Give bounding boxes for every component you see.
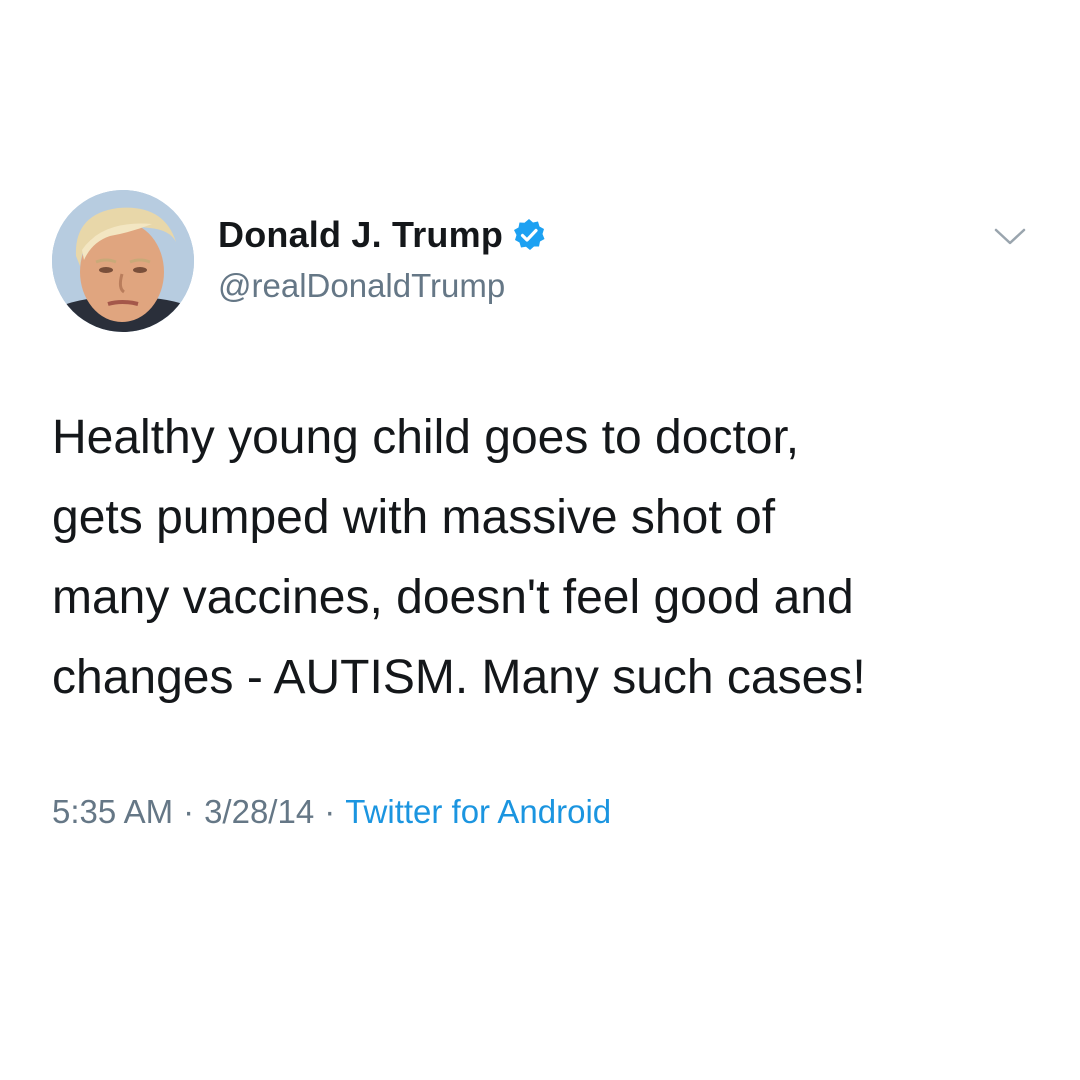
user-handle[interactable]: @realDonaldTrump: [218, 267, 547, 305]
author-name-row: Donald J. Trump: [218, 211, 547, 259]
tweet-source-link[interactable]: Twitter for Android: [345, 793, 611, 830]
meta-separator: ·: [183, 793, 195, 830]
tweet-metadata: 5:35 AM · 3/28/14 · Twitter for Android: [52, 793, 611, 831]
verified-badge-icon: [514, 219, 545, 250]
tweet-time[interactable]: 5:35 AM: [52, 793, 173, 830]
tweet-date[interactable]: 3/28/14: [204, 793, 314, 830]
profile-avatar[interactable]: [52, 190, 194, 332]
tweet-text: Healthy young child goes to doctor, gets…: [52, 411, 866, 704]
display-name[interactable]: Donald J. Trump: [218, 214, 503, 256]
avatar-image: [52, 190, 194, 332]
tweet-card: Donald J. Trump @realDonaldTrump Healthy…: [0, 0, 1080, 1080]
chevron-down-icon[interactable]: [990, 216, 1030, 256]
author-block[interactable]: Donald J. Trump @realDonaldTrump: [218, 211, 547, 305]
meta-separator: ·: [324, 793, 336, 830]
